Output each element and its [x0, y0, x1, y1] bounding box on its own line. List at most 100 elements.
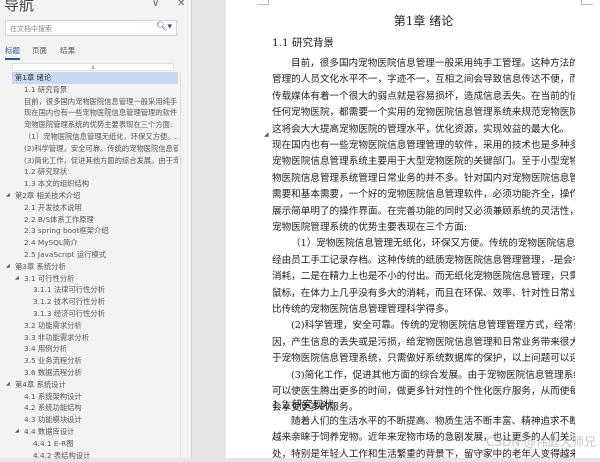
nav-heading-label: 3.3 非功能需求分析 — [24, 332, 90, 342]
nav-heading-item[interactable]: 4.4.1 E-R图 — [0, 438, 178, 450]
nav-heading-item[interactable]: 3.1.2 技术可行性分析 — [0, 296, 178, 308]
crop-mark — [581, 0, 593, 5]
nav-heading-label: 宠物医院管理系统的优势主要表现在三个方面: — [24, 120, 173, 130]
nav-heading-item[interactable]: 目前，很多国内宠物医院信息管理一般采用纯手... — [0, 96, 178, 108]
nav-heading-item[interactable]: 3.6 数据流程分析 — [0, 367, 178, 379]
paragraph-line: 展示简单明了的操作界面。在完善功能的同时又必须兼顾系统的灵活性，安全性。 — [272, 205, 575, 217]
nav-heading-item[interactable]: 3.5 业务流程分析 — [0, 355, 178, 367]
search-icon[interactable]: 🔍︎▾ — [156, 22, 172, 32]
nav-heading-item[interactable]: (2)科学管理，安全可靠。传统的宠物医院信息管... — [0, 143, 178, 155]
paragraph-line: 管理的人员文化水平不一，字迹不一，互相之间会导致信息传达不便，而且纸质信息 — [272, 74, 575, 86]
expand-arrow-icon[interactable]: ◢ — [6, 261, 10, 273]
nav-heading-item[interactable]: 4.2 系统功能结构 — [0, 402, 178, 414]
nav-heading-item[interactable]: 2.5 JavaScript 运行模式 — [0, 249, 178, 261]
nav-heading-item[interactable]: 3.1.1 法律可行性分析 — [0, 284, 178, 296]
nav-heading-item[interactable]: （1）宠物医院信息管理无纸化，环保又方便。... — [0, 131, 178, 143]
nav-heading-label: 1.2 研究现状 — [24, 167, 68, 177]
nav-heading-item[interactable]: ◢ 4.4 数据库设计 — [0, 426, 178, 438]
expand-arrow-icon[interactable]: ◢ — [6, 379, 10, 391]
nav-heading-item[interactable]: 3.3 非功能需求分析 — [0, 332, 178, 344]
nav-heading-item[interactable]: ◢ 第3章 系统分析 — [0, 261, 178, 273]
crop-mark — [257, 0, 269, 5]
nav-heading-item[interactable]: 现在国内也有一些宠物医院信息管理管理的软件... — [0, 107, 178, 119]
tab-headings[interactable]: 标题 — [5, 45, 20, 60]
paragraph-line: 目前，很多国内宠物医院信息管理一般采用纯手工管理。这种方法的弊端在于参与 — [291, 58, 575, 69]
section-heading: 1.2 研究现状 — [272, 399, 335, 411]
nav-scrollbar[interactable] — [180, 72, 190, 458]
nav-heading-item[interactable]: 3.1.3 经济可行性分析 — [0, 308, 178, 320]
nav-heading-label: 4.1 系统架构设计 — [24, 391, 82, 401]
nav-heading-item[interactable]: (3)简化工作，促进其他方面的综合发展。由于宠... — [0, 155, 178, 167]
nav-heading-item[interactable]: 2.2 B/S体系工作原理 — [0, 214, 178, 226]
nav-heading-label: 第4章 系统设计 — [15, 379, 66, 389]
nav-heading-label: 4.3 功能模块设计 — [24, 415, 82, 425]
paragraph-line: 因，产生信息的丢失或是污损，给宠物医院信息管理和日常业务带来很大的不便。而对 — [272, 336, 575, 348]
paragraph-line: 比传统的宠物医院信息管理管理科学得多。 — [272, 304, 455, 315]
expand-arrow-icon[interactable]: ◢ — [15, 426, 19, 438]
expand-arrow-icon[interactable]: ◢ — [15, 273, 19, 285]
paragraph-line: 现在国内也有一些宠物医院信息管理管理的软件，采用的技术也是多种多样，但大多数 — [272, 140, 575, 151]
nav-heading-label: 3.6 数据流程分析 — [24, 367, 82, 377]
paragraph-line: 随着人们的生活水平的不断提高、物质生活不断丰富、精神追求不断提升，人们也 — [291, 416, 575, 427]
nav-title: 导航 — [4, 0, 35, 14]
tab-results[interactable]: 结果 — [60, 45, 75, 56]
heading-tree: ◢第1章 绪论1.1 研究背景目前，很多国内宠物医院信息管理一般采用纯手...现… — [0, 72, 178, 461]
nav-heading-label: 2.1 开发技术说明 — [24, 202, 82, 212]
nav-heading-label: 3.1.3 经济可行性分析 — [33, 308, 105, 318]
nav-heading-item[interactable]: ◢ 第4章 系统设计 — [0, 379, 178, 391]
paragraph-line: (2)科学管理，安全可靠。传统的宠物医院信息管理管理方式，经常会由于各种原 — [291, 320, 575, 332]
nav-heading-item[interactable]: 2.1 开发技术说明 — [0, 202, 178, 214]
paragraph-line: 于宠物医院信息管理系统，只需做好系统数据库的保护，以上问题可以迎刃而解了。 — [272, 353, 575, 365]
nav-heading-label: 第2章 相关技术介绍 — [15, 190, 81, 200]
nav-heading-label: 4.2 系统功能结构 — [24, 403, 82, 413]
collapse-arrow-icon[interactable]: ◢ — [264, 131, 269, 138]
document-page[interactable]: 第1章 绪论 1.1 研究背景 ◢ 目前，很多国内宠物医院信息管理一般采用纯手工… — [226, 0, 600, 460]
section-heading: 1.1 研究背景 — [272, 37, 335, 49]
nav-heading-label: 4.4 数据库设计 — [24, 426, 75, 436]
nav-heading-label: 2.4 MySQL简介 — [24, 238, 78, 248]
nav-heading-item[interactable]: ◢第1章 绪论 — [12, 72, 178, 84]
nav-heading-item[interactable]: 1.1 研究背景 — [0, 84, 178, 96]
paragraph-line: 需要和基本需要，一个好的宠物医院信息管理软件，必须功能齐全，操作简便，向用户 — [272, 189, 575, 201]
paragraph-line: 宠物医院信息管理系统主要用于大型宠物医院的关键部门。至于小型宠物医院，利用宠 — [272, 156, 575, 168]
nav-heading-label: 4.4.2 表结构设计 — [33, 450, 91, 460]
nav-heading-item[interactable]: 1.3 本文的组织结构 — [0, 178, 178, 190]
nav-heading-label: 第1章 绪论 — [15, 73, 52, 82]
nav-heading-item[interactable]: 4.3 功能模块设计 — [0, 414, 178, 426]
nav-heading-item[interactable]: 3.2 功能需求分析 — [0, 320, 178, 332]
expand-arrow-icon[interactable]: ◢ — [6, 190, 10, 202]
nav-heading-label: 1.3 本文的组织结构 — [24, 179, 90, 189]
nav-heading-item[interactable]: ◢ 第2章 相关技术介绍 — [0, 190, 178, 202]
watermark: CSDN @伟庭大师兄 — [485, 435, 596, 449]
paragraph-line: (3)简化工作，促进其他方面的综合发展。由于宠物医院信息管理系统的介入运行， — [291, 369, 575, 381]
nav-heading-label: 3.1.1 法律可行性分析 — [33, 285, 105, 295]
nav-heading-item[interactable]: ◢ 3.1 可行性分析 — [0, 273, 178, 285]
nav-heading-item[interactable]: 2.4 MySQL简介 — [0, 237, 178, 249]
nav-heading-item[interactable]: 4.1 系统架构设计 — [0, 391, 178, 403]
nav-heading-label: 3.1 可行性分析 — [24, 273, 75, 283]
search-placeholder: 在文档中搜索 — [10, 25, 52, 33]
scroll-up-button[interactable]: ⨱ — [12, 63, 174, 71]
chevron-down-icon[interactable]: ∨ — [152, 0, 159, 9]
paragraph-line: 任何宠物医院，都需要一个实用的宠物医院信息管理系统来规范宠物医院信息的管理， — [272, 107, 575, 119]
nav-heading-label: 2.3 spring boot框架介绍 — [24, 226, 109, 236]
nav-heading-item[interactable]: 3.4 用例分析 — [0, 343, 178, 355]
paragraph-line: 传载媒体有着一个很大的弱点就是容易损坏，造成信息丢失。在当前的信息化时代中， — [272, 90, 575, 102]
navigation-pane: 导航 ∨ ✕ 在文档中搜索 🔍︎▾ 标题 页面 结果 ⨱ ◢第1章 绪论1.1 … — [0, 0, 192, 461]
search-input[interactable]: 在文档中搜索 🔍︎▾ — [5, 20, 177, 36]
nav-heading-label: 第3章 系统分析 — [15, 261, 66, 271]
nav-heading-item[interactable]: 1.2 研究现状 — [0, 166, 178, 178]
chapter-title: 第1章 绪论 — [393, 14, 454, 28]
nav-heading-label: 1.1 研究背景 — [24, 84, 68, 94]
nav-heading-item[interactable]: 4.4.2 表结构设计 — [0, 450, 178, 462]
close-icon[interactable]: ✕ — [177, 0, 185, 9]
nav-heading-label: 目前，很多国内宠物医院信息管理一般采用纯手... — [24, 96, 178, 106]
nav-heading-item[interactable]: 宠物医院管理系统的优势主要表现在三个方面: — [0, 119, 178, 131]
nav-heading-label: 3.5 业务流程分析 — [24, 356, 82, 366]
paragraph-line: 经由员工手工记录存档。这种传统的纸质宠物医院信息管理管理，-是会有很大的体力 — [272, 254, 575, 266]
nav-heading-item[interactable]: 2.3 spring boot框架介绍 — [0, 225, 178, 237]
nav-heading-label: 3.2 功能需求分析 — [24, 320, 82, 330]
paragraph-line: 消耗，二是在精力上也是不小的付出。而无纸化宠物医院信息管理，只需在电脑前点点 — [272, 271, 575, 283]
nav-heading-label: 4.4.1 E-R图 — [33, 438, 74, 448]
tab-pages[interactable]: 页面 — [32, 45, 47, 56]
